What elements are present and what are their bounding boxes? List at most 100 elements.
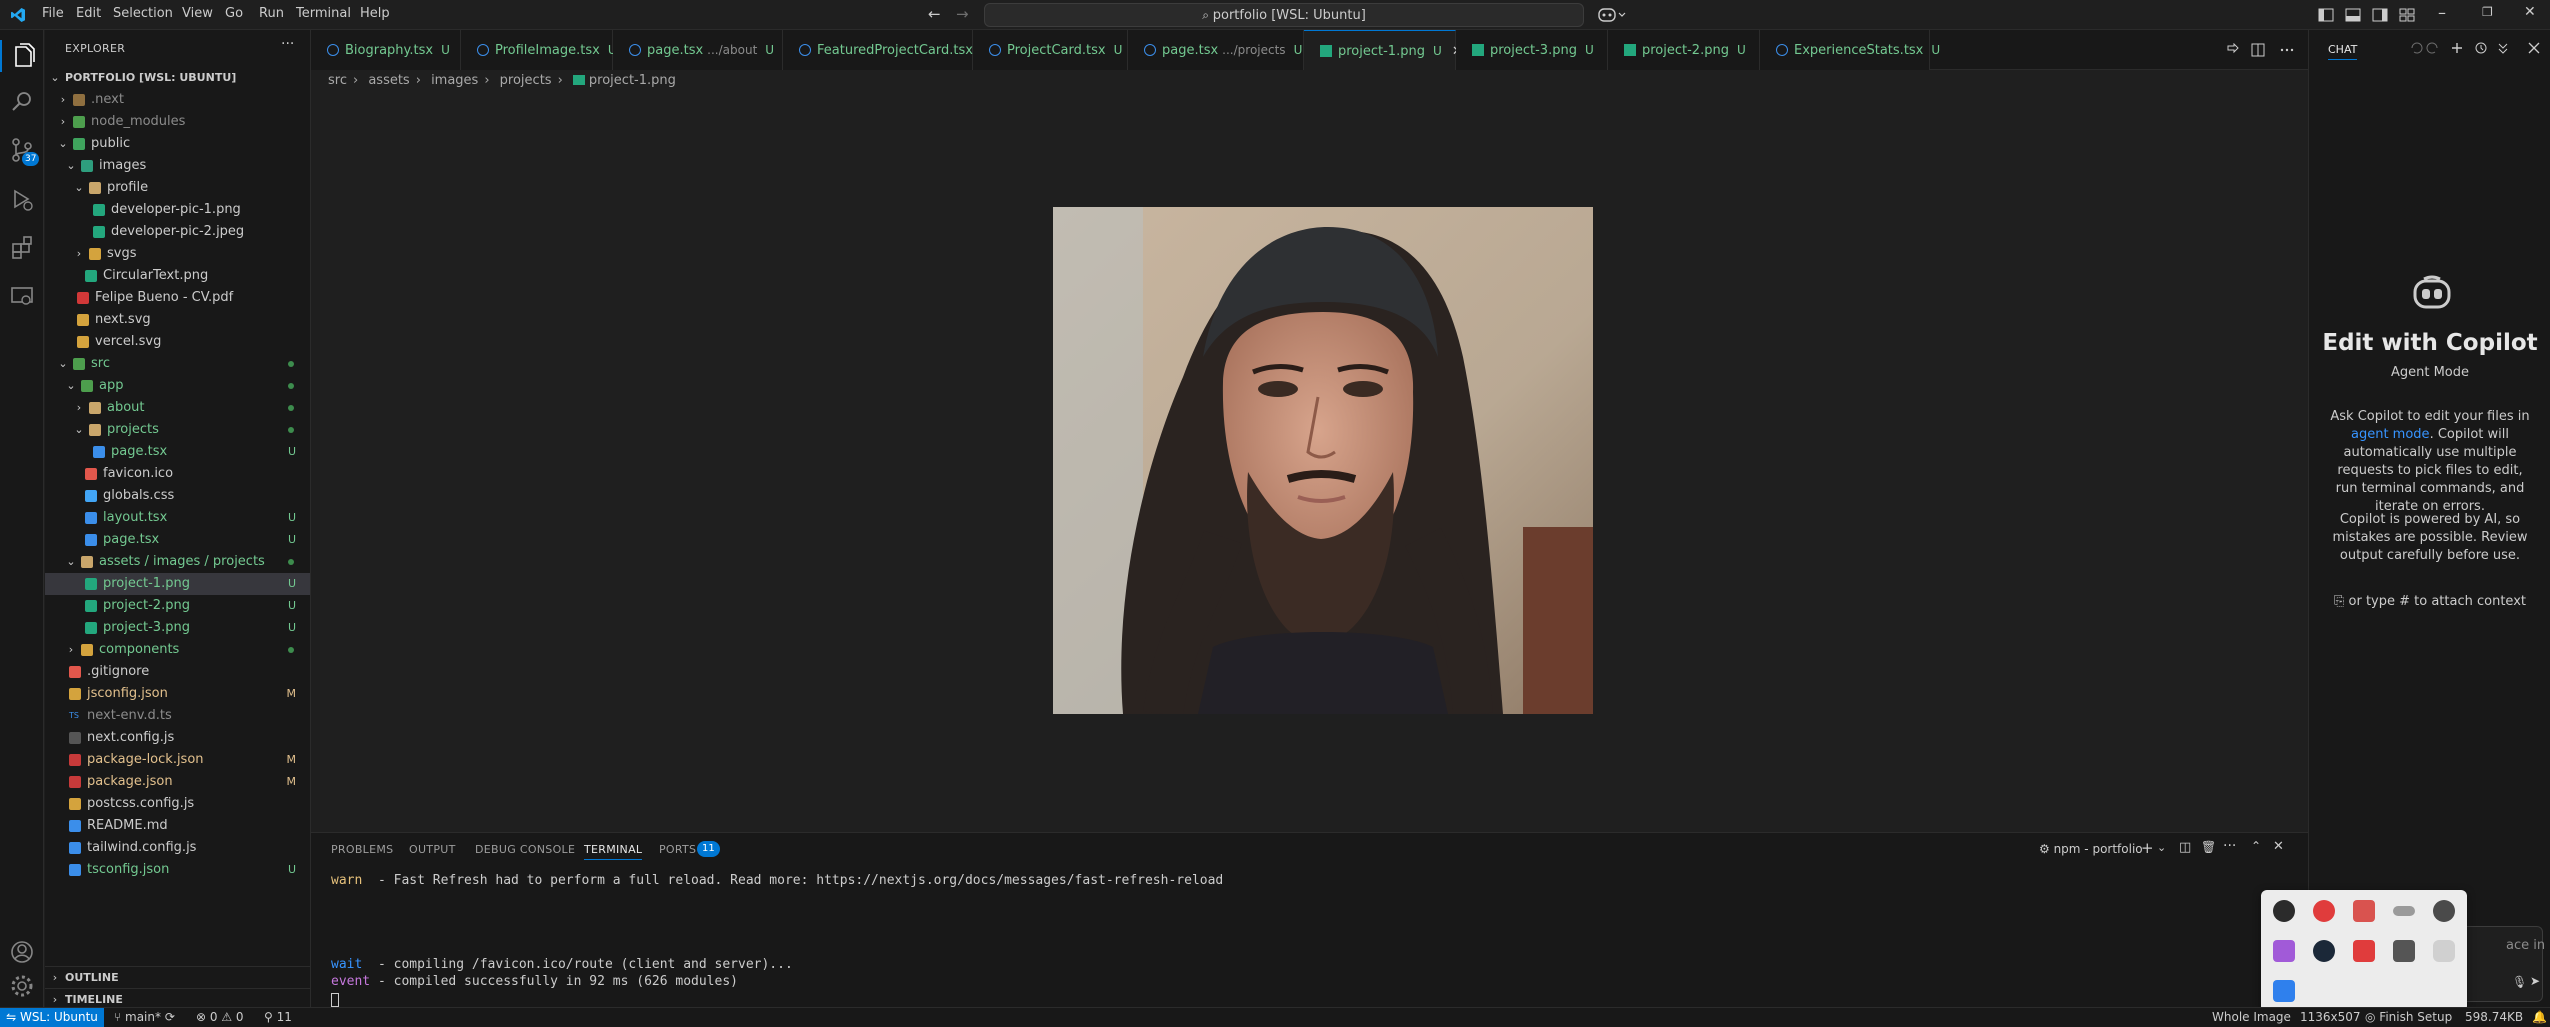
tree-file[interactable]: favicon.ico <box>45 463 310 485</box>
tree-file[interactable]: layout.tsx U <box>45 507 310 529</box>
tree-file[interactable]: project-2.png U <box>45 595 310 617</box>
menu-go[interactable]: Go <box>225 6 243 21</box>
pen-tray-icon[interactable] <box>2273 940 2295 962</box>
tree-file[interactable]: postcss.config.js <box>45 793 310 815</box>
tree-file[interactable]: project-3.png U <box>45 617 310 639</box>
breadcrumb-item[interactable]: projects <box>500 73 552 88</box>
tree-folder[interactable]: ⌄ src <box>45 353 310 375</box>
chevron-down-icon[interactable]: ⌄ <box>2157 841 2166 854</box>
restore-button[interactable]: ❐ <box>2482 5 2493 19</box>
tree-file[interactable]: CircularText.png <box>45 265 310 287</box>
outline-section[interactable]: › OUTLINE <box>45 966 310 988</box>
bell-icon[interactable]: 🔔 <box>2532 1008 2547 1027</box>
explorer-icon[interactable] <box>0 40 44 72</box>
tree-file[interactable]: page.tsx U <box>45 441 310 463</box>
tab-problems[interactable]: PROBLEMS <box>331 843 393 856</box>
tree-folder[interactable]: › components <box>45 639 310 661</box>
tree-file[interactable]: README.md <box>45 815 310 837</box>
command-center-search[interactable]: ⌕ portfolio [WSL: Ubuntu] <box>984 3 1584 27</box>
explorer-root[interactable]: ⌄ PORTFOLIO [WSL: UBUNTU] <box>45 67 310 89</box>
problems-indicator[interactable]: ⊗ 0 ⚠ 0 <box>196 1008 244 1027</box>
forward-arrow-icon[interactable]: → <box>956 5 969 23</box>
minimize-button[interactable]: – <box>2438 3 2446 22</box>
discord-tray-icon[interactable] <box>2273 900 2295 922</box>
manage-gear-icon[interactable] <box>6 970 38 1002</box>
send-icon[interactable]: ➤ <box>2530 974 2540 988</box>
source-control-icon[interactable]: 37 <box>6 134 40 166</box>
tree-folder[interactable]: ⌄ images <box>45 155 310 177</box>
terminal-cursor[interactable] <box>331 993 339 1007</box>
extensions-icon[interactable] <box>6 232 38 264</box>
tree-file[interactable]: page.tsx U <box>45 529 310 551</box>
menu-selection[interactable]: Selection <box>113 6 173 21</box>
breadcrumb-item[interactable]: assets <box>368 73 409 88</box>
ports-indicator[interactable]: ⚲ 11 <box>264 1008 292 1027</box>
editor-tab[interactable]: project-3.png U <box>1456 30 1608 70</box>
tab-ports[interactable]: PORTS <box>659 843 696 856</box>
tree-file[interactable]: tailwind.config.js <box>45 837 310 859</box>
editor-tab[interactable]: project-1.pngU ✕ <box>1304 30 1463 70</box>
tree-file[interactable]: next.config.js <box>45 727 310 749</box>
search-icon[interactable] <box>6 86 38 118</box>
tree-folder[interactable]: ⌄ projects <box>45 419 310 441</box>
branch-indicator[interactable]: ⑂ main* ⟳ <box>114 1008 175 1027</box>
flash-tray-icon[interactable] <box>2353 940 2375 962</box>
app-tray-icon[interactable] <box>2433 900 2455 922</box>
editor-tab[interactable]: ProfileImage.tsxU <box>461 30 617 70</box>
editor-tab[interactable]: project-2.png U <box>1608 30 1760 70</box>
menu-view[interactable]: View <box>182 6 213 21</box>
back-arrow-icon[interactable]: ← <box>928 5 941 23</box>
menu-run[interactable]: Run <box>259 6 284 21</box>
breadcrumb-item[interactable]: src <box>328 73 347 88</box>
menu-terminal[interactable]: Terminal <box>296 6 351 21</box>
tree-file[interactable]: TS next-env.d.ts <box>45 705 310 727</box>
tree-file[interactable]: .gitignore <box>45 661 310 683</box>
tree-folder[interactable]: › node_modules <box>45 111 310 133</box>
tree-file[interactable]: developer-pic-1.png <box>45 199 310 221</box>
menu-help[interactable]: Help <box>360 6 390 21</box>
tree-file[interactable]: vercel.svg <box>45 331 310 353</box>
tree-folder[interactable]: ⌄ assets / images / projects <box>45 551 310 573</box>
close-window-button[interactable]: ✕ <box>2524 4 2536 20</box>
maximize-panel-icon[interactable]: ⌃ <box>2251 839 2261 853</box>
tree-folder[interactable]: ⌄ profile <box>45 177 310 199</box>
new-terminal-icon[interactable]: + <box>2141 839 2154 857</box>
tree-file[interactable]: tsconfig.json U <box>45 859 310 881</box>
tree-file[interactable]: package.json M <box>45 771 310 793</box>
finish-setup-status[interactable]: ◎ Finish Setup <box>2365 1008 2452 1027</box>
account-icon[interactable] <box>6 936 38 968</box>
menu-file[interactable]: File <box>42 6 64 21</box>
editor-tab[interactable]: ProjectCard.tsx U <box>973 30 1128 70</box>
image-preview[interactable] <box>1053 207 1593 714</box>
security-tray-icon[interactable] <box>2273 980 2295 1002</box>
copilot-menu-icon[interactable] <box>1598 6 1626 24</box>
menu-edit[interactable]: Edit <box>76 6 101 21</box>
tree-folder[interactable]: ⌄ public <box>45 133 310 155</box>
app-tray-icon[interactable] <box>2393 940 2415 962</box>
more-actions-icon[interactable]: ··· <box>2223 838 2236 854</box>
remote-explorer-icon[interactable] <box>6 280 38 312</box>
editor-tab[interactable]: page.tsx .../about U <box>613 30 783 70</box>
app-tray-icon[interactable] <box>2313 900 2335 922</box>
trash-icon[interactable]: 🗑 <box>2201 840 2216 854</box>
tab-debug-console[interactable]: DEBUG CONSOLE <box>475 843 575 856</box>
tree-folder[interactable]: › about <box>45 397 310 419</box>
editor-tab[interactable]: Biography.tsx U <box>311 30 461 70</box>
microphone-icon[interactable]: 🎙 <box>2512 975 2527 989</box>
remote-indicator[interactable]: ⇋ WSL: Ubuntu <box>0 1008 104 1027</box>
close-panel-icon[interactable]: ✕ <box>2273 839 2284 854</box>
editor-tab[interactable]: page.tsx .../projects U <box>1128 30 1304 70</box>
tree-folder[interactable]: ⌄ app <box>45 375 310 397</box>
chat-header[interactable]: CHAT <box>2328 43 2358 60</box>
run-debug-icon[interactable] <box>6 184 38 216</box>
tree-file[interactable]: Felipe Bueno - CV.pdf <box>45 287 310 309</box>
breadcrumb-item[interactable]: images <box>431 73 478 88</box>
editor-tab[interactable]: ExperienceStats.tsx U <box>1760 30 1940 70</box>
tree-folder[interactable]: › .next <box>45 89 310 111</box>
split-terminal-icon[interactable]: ◫ <box>2179 840 2191 855</box>
tree-file[interactable]: developer-pic-2.jpeg <box>45 221 310 243</box>
tree-folder[interactable]: › svgs <box>45 243 310 265</box>
mouse-tray-icon[interactable] <box>2433 940 2455 962</box>
tree-file[interactable]: project-1.png U <box>45 573 310 595</box>
agent-mode-link[interactable]: agent mode <box>2351 427 2430 442</box>
